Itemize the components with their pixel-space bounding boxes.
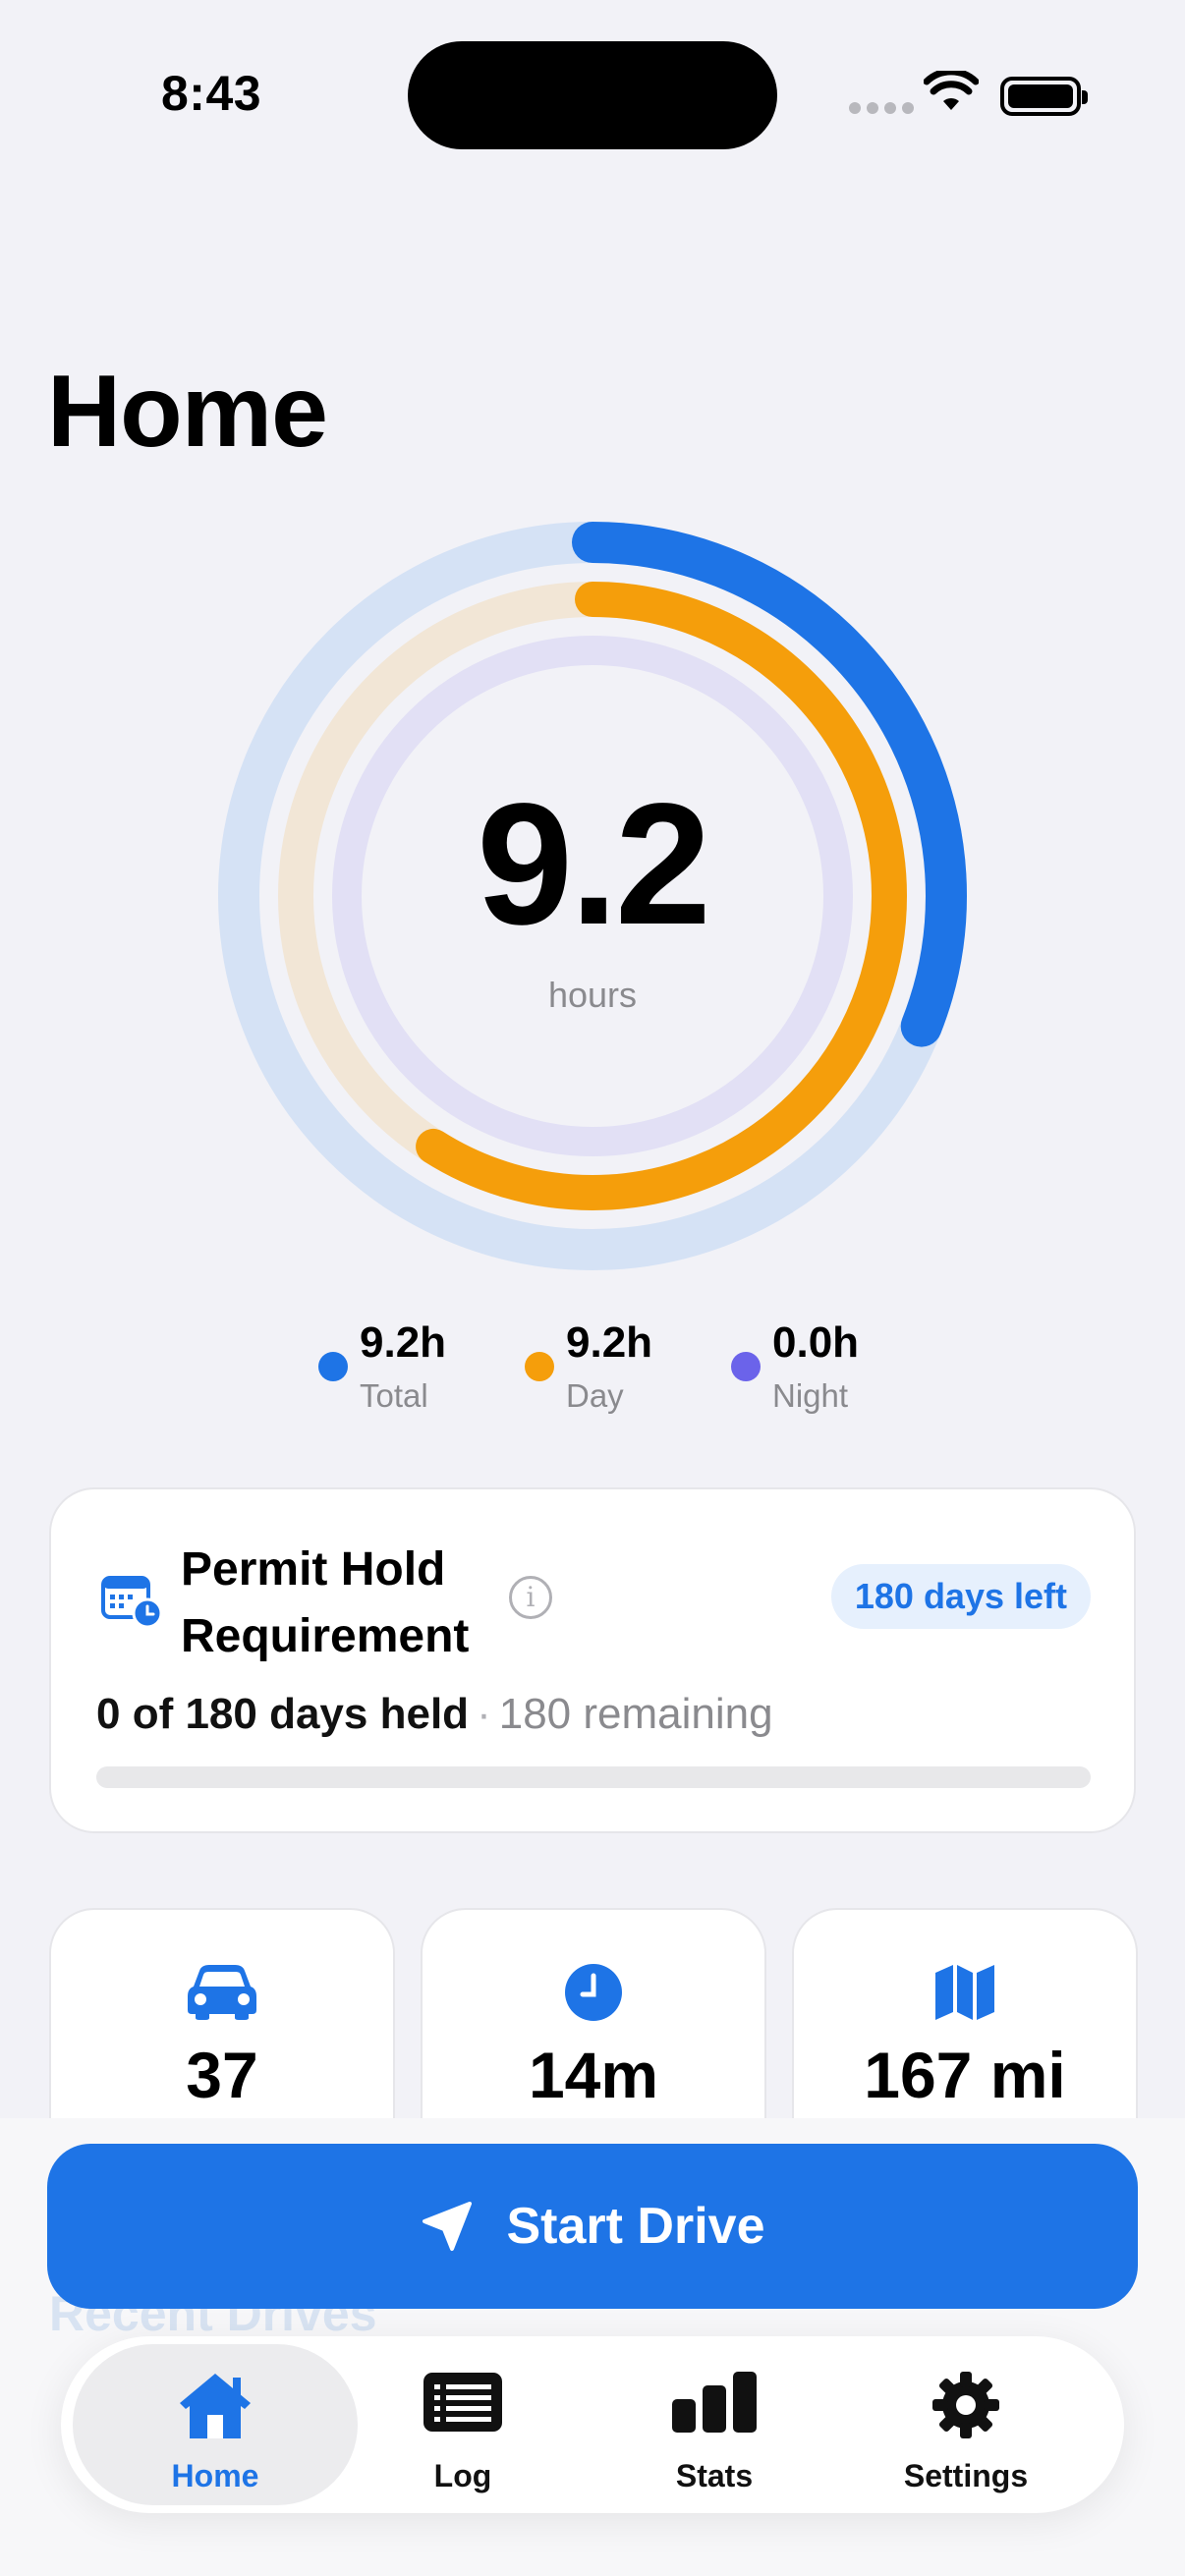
permit-progress-bar [96, 1766, 1091, 1788]
tab-home[interactable]: Home [73, 2344, 358, 2505]
start-drive-button[interactable]: Start Drive [47, 2144, 1138, 2309]
permit-title: Permit Hold Requirement [181, 1543, 470, 1662]
permit-hold-card[interactable]: Permit Hold Requirement i 180 days left … [49, 1487, 1136, 1833]
hours-unit-label: hours [547, 975, 638, 1015]
days-left-badge: 180 days left [830, 1564, 1091, 1629]
legend-night-value: 0.0h [772, 1318, 860, 1367]
gear-icon [932, 2372, 999, 2438]
tab-bar: Home Log Stats Settings [61, 2336, 1124, 2513]
start-drive-label: Start Drive [506, 2198, 765, 2255]
tab-log[interactable]: Log [320, 2344, 605, 2505]
stat-duration-value: 14m [528, 2039, 659, 2111]
separator-dot: · [477, 1690, 491, 1738]
tab-stats[interactable]: Stats [572, 2344, 857, 2505]
car-icon [188, 1965, 256, 2020]
night-dot-icon [731, 1352, 761, 1381]
clock-icon [565, 1964, 622, 2021]
list-icon [423, 2373, 502, 2432]
day-dot-icon [525, 1352, 554, 1381]
legend-day-label: Day [566, 1377, 624, 1414]
tab-log-label: Log [433, 2458, 492, 2493]
location-arrow-icon [422, 2202, 472, 2251]
tab-settings[interactable]: Settings [823, 2344, 1108, 2505]
house-icon [180, 2374, 251, 2438]
legend-day-value: 9.2h [566, 1318, 653, 1367]
hours-total-value: 9.2 [477, 768, 711, 961]
map-icon [935, 1965, 994, 2020]
days-remaining-text: 180 remaining [498, 1690, 773, 1738]
chart-bars-icon [672, 2372, 757, 2433]
legend-total-label: Total [360, 1377, 428, 1414]
permit-progress-text: 0 of 180 days held · 180 remaining [96, 1690, 773, 1739]
days-held-text: 0 of 180 days held [96, 1690, 470, 1738]
stat-drives-value: 37 [186, 2039, 258, 2111]
info-icon[interactable]: i [509, 1576, 552, 1619]
total-dot-icon [318, 1352, 348, 1381]
hours-rings [218, 522, 967, 1270]
tab-stats-label: Stats [675, 2458, 754, 2493]
calendar-clock-icon [101, 1576, 163, 1629]
legend-total-value: 9.2h [360, 1318, 447, 1367]
legend-night-label: Night [772, 1377, 849, 1414]
stat-distance-value: 167 mi [864, 2039, 1066, 2111]
tab-home-label: Home [171, 2458, 259, 2493]
screen: 8:43 Home 9.2 hours 9.2h Total 9.2h Day … [0, 0, 1185, 2576]
tab-settings-label: Settings [903, 2458, 1029, 2493]
